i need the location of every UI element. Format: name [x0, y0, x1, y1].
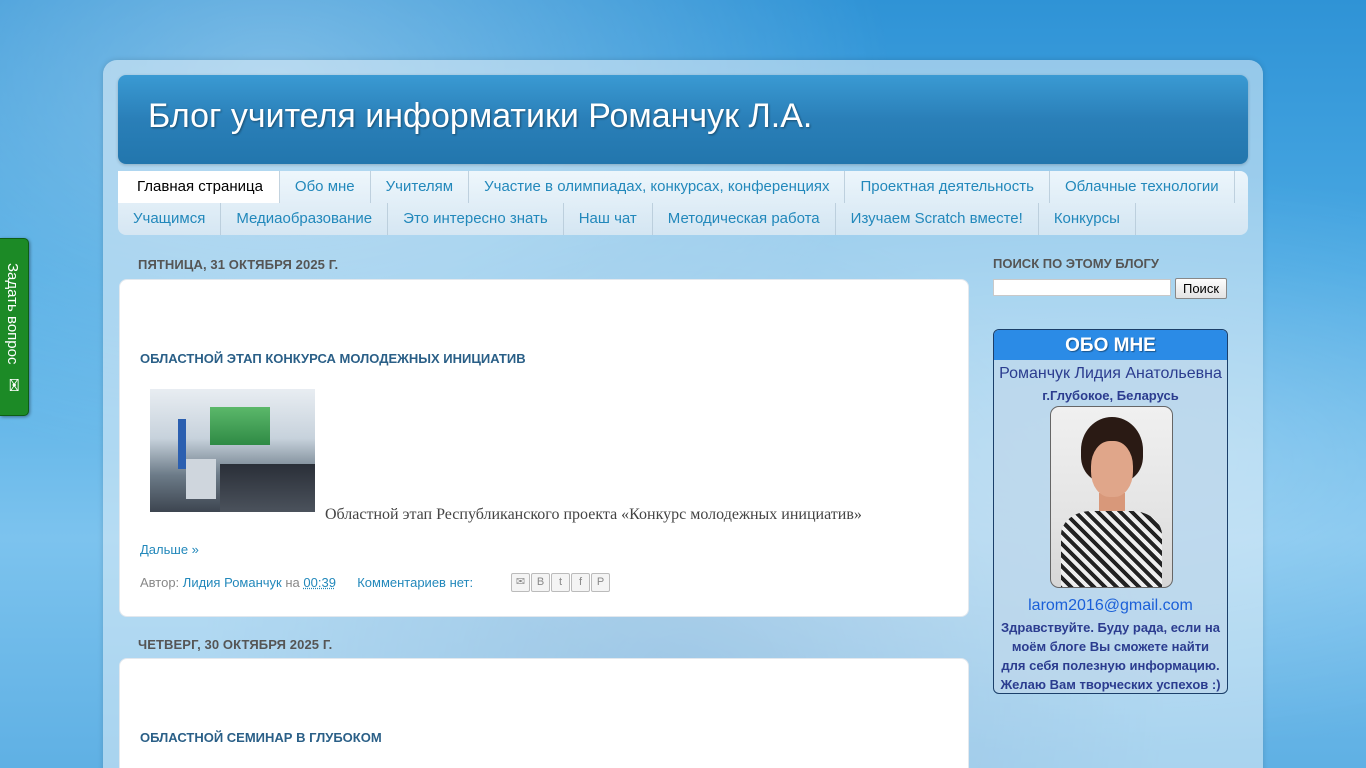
email-icon[interactable]: ✉ — [511, 573, 530, 592]
author-prefix: Автор: — [140, 575, 180, 590]
tab-home[interactable]: Главная страница — [118, 171, 280, 203]
about-me-widget: ОБО МНЕ Романчук Лидия Анатольевна г.Глу… — [993, 329, 1228, 694]
tab-media[interactable]: Медиаобразование — [221, 203, 389, 235]
tab-about[interactable]: Обо мне — [280, 171, 371, 203]
pinterest-icon[interactable]: P — [591, 573, 610, 592]
post-date-header: ЧЕТВЕРГ, 30 ОКТЯБРЯ 2025 Г. — [138, 637, 333, 652]
twitter-icon[interactable]: t — [551, 573, 570, 592]
about-me-name: Романчук Лидия Анатольевна — [999, 365, 1222, 382]
blog-post: ОБЛАСТНОЙ СЕМИНАР В ГЛУБОКОМ — [119, 658, 969, 768]
comments-link[interactable]: Комментариев нет: — [357, 575, 473, 590]
ask-question-label: Задать вопрос — [4, 263, 21, 365]
tab-teachers[interactable]: Учителям — [371, 171, 470, 203]
search-widget-title: ПОИСК ПО ЭТОМУ БЛОГУ — [993, 256, 1160, 271]
about-me-text: Здравствуйте. Буду рада, если на моём бл… — [1000, 620, 1221, 692]
tab-methodical[interactable]: Методическая работа — [653, 203, 836, 235]
nav-tabs: Главная страница Обо мне Учителям Участи… — [118, 171, 1248, 235]
on-label: на — [285, 575, 300, 590]
post-title[interactable]: ОБЛАСТНОЙ СЕМИНАР В ГЛУБОКОМ — [140, 730, 382, 745]
post-image[interactable] — [150, 389, 315, 512]
blogger-icon[interactable]: B — [531, 573, 550, 592]
author-link[interactable]: Лидия Романчук — [183, 575, 282, 590]
tab-chat[interactable]: Наш чат — [564, 203, 653, 235]
post-title[interactable]: ОБЛАСТНОЙ ЭТАП КОНКУРСА МОЛОДЕЖНЫХ ИНИЦИ… — [140, 351, 526, 366]
search-input[interactable] — [993, 279, 1171, 296]
avatar — [1050, 406, 1173, 588]
blog-post: ОБЛАСТНОЙ ЭТАП КОНКУРСА МОЛОДЕЖНЫХ ИНИЦИ… — [119, 279, 969, 617]
tab-contests[interactable]: Конкурсы — [1039, 203, 1136, 235]
image-podium — [186, 459, 216, 499]
blog-title[interactable]: Блог учителя информатики Романчук Л.А. — [148, 97, 812, 136]
tab-scratch[interactable]: Изучаем Scratch вместе! — [836, 203, 1039, 235]
image-flag — [178, 419, 186, 469]
facebook-icon[interactable]: f — [571, 573, 590, 592]
avatar-face — [1091, 441, 1133, 497]
about-me-heading: ОБО МНЕ — [994, 330, 1227, 360]
envelope-icon: ✉ — [4, 377, 23, 393]
image-table — [220, 464, 315, 512]
tab-interesting[interactable]: Это интересно знать — [388, 203, 564, 235]
post-excerpt: Областной этап Республиканского проекта … — [325, 506, 862, 523]
post-date-header: ПЯТНИЦА, 31 ОКТЯБРЯ 2025 Г. — [138, 257, 339, 272]
nav-row-2: Учащимся Медиаобразование Это интересно … — [118, 203, 1136, 235]
tab-olympiads[interactable]: Участие в олимпиадах, конкурсах, конфере… — [469, 171, 846, 203]
tab-projects[interactable]: Проектная деятельность — [845, 171, 1050, 203]
blog-header: Блог учителя информатики Романчук Л.А. — [118, 75, 1248, 164]
tab-students[interactable]: Учащимся — [118, 203, 222, 235]
image-screen — [210, 407, 270, 445]
share-buttons: ✉ B t f P — [511, 573, 610, 592]
avatar-body — [1061, 511, 1162, 587]
about-me-city: г.Глубокое, Беларусь — [1042, 388, 1179, 403]
search-button[interactable]: Поиск — [1175, 278, 1227, 299]
read-more-link[interactable]: Дальше » — [140, 542, 199, 557]
nav-row-1: Главная страница Обо мне Учителям Участи… — [118, 171, 1235, 203]
tab-cloud[interactable]: Облачные технологии — [1050, 171, 1235, 203]
about-me-email[interactable]: larom2016@gmail.com — [994, 597, 1227, 615]
post-footer: Автор: Лидия Романчук на 00:39 Комментар… — [140, 575, 473, 590]
post-time-link[interactable]: 00:39 — [303, 575, 336, 590]
ask-question-tab[interactable]: Задать вопрос ✉ — [0, 238, 29, 416]
